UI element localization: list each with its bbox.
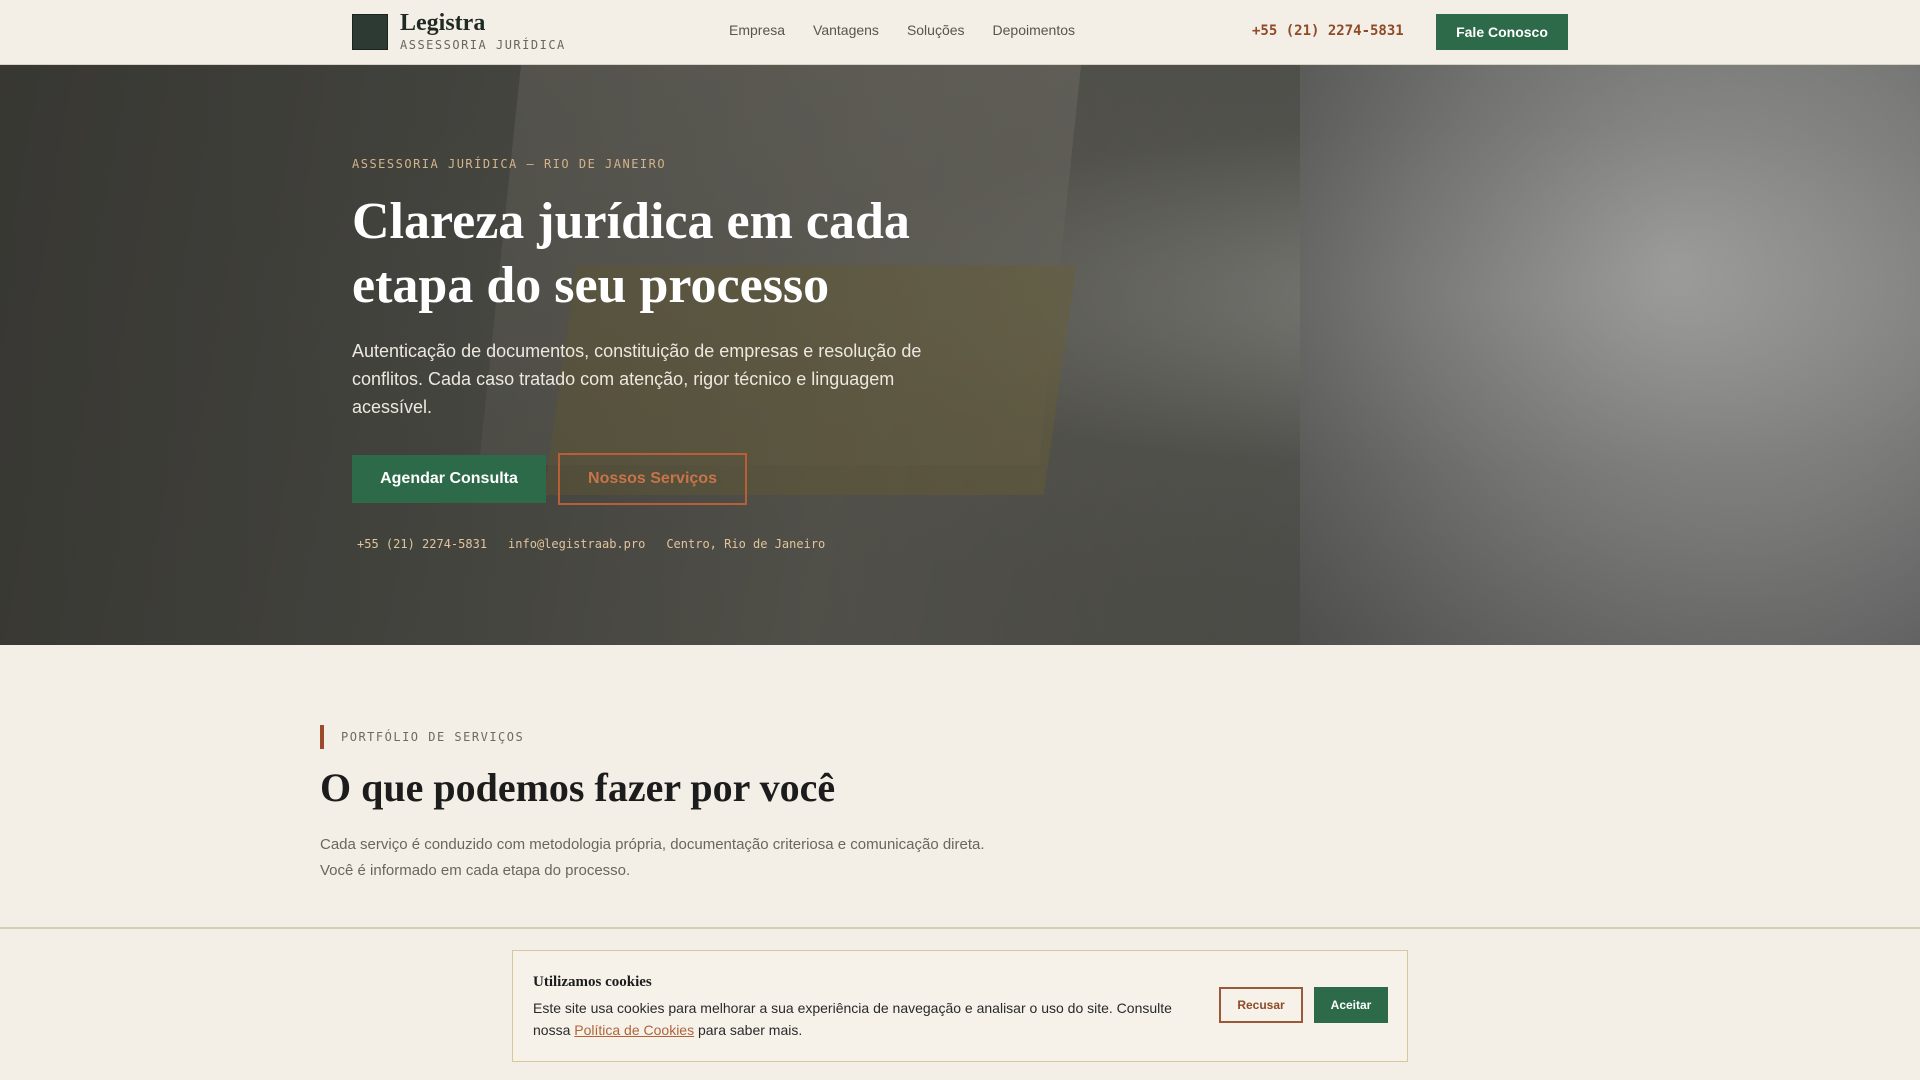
site-header: Legistra ASSESSORIA JURÍDICA Empresa Van… (0, 0, 1920, 65)
hero-description: Autenticação de documentos, constituição… (352, 341, 922, 417)
schedule-consultation-button[interactable]: Agendar Consulta (352, 455, 546, 503)
services-kicker: PORTFÓLIO DE SERVIÇOS (320, 725, 524, 749)
cookie-text-end: para saber mais. (694, 1022, 803, 1038)
hero-phone[interactable]: +55 (21) 2274-5831 (352, 537, 487, 551)
hero-kicker-text: ASSESSORIA JURÍDICA — RIO DE JANEIRO (352, 157, 667, 171)
logo-icon[interactable] (352, 14, 388, 50)
hero-email-text: info@legistraab.pro (508, 537, 646, 551)
hero-address-text: Centro, Rio de Janeiro (666, 537, 826, 551)
hero-phone-text: +55 (21) 2274-5831 (357, 537, 488, 551)
contact-button[interactable]: Fale Conosco (1436, 14, 1568, 50)
cookie-text: Este site usa cookies para melhorar a su… (533, 997, 1183, 1041)
cookie-card: Utilizamos cookies Este site usa cookies… (512, 950, 1408, 1062)
hero-address: Centro, Rio de Janeiro (661, 537, 825, 551)
main-nav: Empresa Vantagens Soluções Depoimentos (729, 22, 1075, 38)
cookie-title: Utilizamos cookies (533, 974, 652, 990)
hero-overlay (0, 65, 1920, 645)
services-description: Cada serviço é conduzido com metodologia… (320, 836, 985, 879)
nav-empresa[interactable]: Empresa (729, 22, 785, 38)
decline-cookies-button[interactable]: Recusar (1219, 987, 1303, 1023)
hero-title: Clareza jurídica em cada etapa do seu pr… (352, 193, 910, 314)
nav-depoimentos[interactable]: Depoimentos (993, 22, 1076, 38)
accept-cookies-button[interactable]: Aceitar (1314, 987, 1388, 1023)
header-phone-text: +55 (21) 2274-5831 (1252, 23, 1404, 39)
brand-name[interactable]: Legistra (400, 10, 485, 37)
cookie-banner: Utilizamos cookies Este site usa cookies… (0, 927, 1920, 1080)
brand-subtitle: ASSESSORIA JURÍDICA (400, 38, 566, 52)
hero-kicker: ASSESSORIA JURÍDICA — RIO DE JANEIRO (352, 157, 666, 171)
hero-section: ASSESSORIA JURÍDICA — RIO DE JANEIRO Cla… (0, 65, 1920, 645)
nav-solucoes[interactable]: Soluções (907, 22, 965, 38)
our-services-button[interactable]: Nossos Serviços (558, 453, 747, 505)
hero-email[interactable]: info@legistraab.pro (503, 537, 645, 551)
nav-vantagens[interactable]: Vantagens (813, 22, 879, 38)
services-title: O que podemos fazer por você (320, 765, 836, 810)
header-phone-link[interactable]: +55 (21) 2274-5831 (1244, 23, 1404, 39)
hero-contacts: +55 (21) 2274-5831 info@legistraab.pro C… (352, 537, 825, 551)
cookie-policy-link[interactable]: Política de Cookies (574, 1022, 694, 1038)
